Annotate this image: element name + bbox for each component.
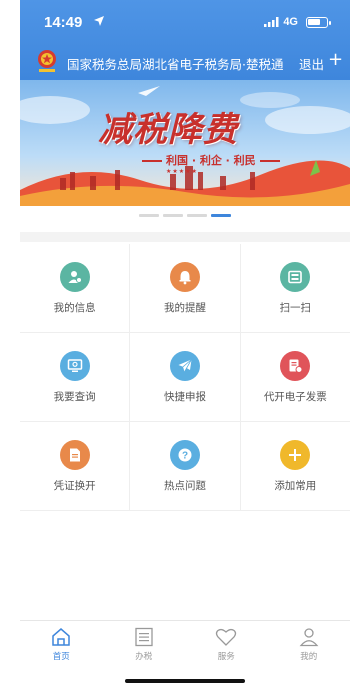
top-bar: 14:49 4G 国家税务总局湖北省电子税务局·楚税通 退出 + [20,0,350,80]
grid-item-my-info[interactable]: 我的信息 [20,244,131,332]
grid-item-label: 我的信息 [53,302,96,314]
grid-item-label: 快捷申报 [163,391,206,403]
tab-mine[interactable]: 我的 [268,621,350,668]
grid-item-hot-questions[interactable]: ? 热点问题 [130,422,241,510]
tab-label: 我的 [300,652,318,662]
grid-item-e-invoice[interactable]: 代开电子发票 [241,333,350,421]
grid-item-label: 代开电子发票 [263,391,327,403]
app-screen: 14:49 4G 国家税务总局湖北省电子税务局·楚税通 退出 + 减税降费 利国… [20,0,350,687]
bottom-tab-bar: 首页 办税 服务 我的 [20,620,350,668]
promo-banner[interactable]: 减税降费 利国 · 利企 · 利民 ★★★★★ [20,80,350,206]
home-icon [52,628,70,646]
grid-row: 我要查询 快捷申报 代开电子发票 [20,333,350,422]
tab-label: 办税 [135,652,153,662]
grid-item-label: 我的提醒 [163,302,206,314]
grid-item-label: 扫一扫 [279,302,312,314]
grid-row: 我的信息 我的提醒 扫一扫 [20,244,350,333]
grid-row: 凭证换开 ? 热点问题 添加常用 [20,422,350,511]
left-margin [0,0,20,687]
grid-item-query[interactable]: 我要查询 [20,333,131,421]
grid-item-my-reminders[interactable]: 我的提醒 [130,244,241,332]
tab-label: 服务 [217,652,235,662]
status-bar: 14:49 4G [20,0,350,40]
grid-item-quick-declare[interactable]: 快捷申报 [130,333,241,421]
grid-item-label: 我要查询 [53,391,96,403]
grid-item-add-favorite[interactable]: 添加常用 [241,422,350,510]
grid-item-label: 热点问题 [163,480,206,492]
banner-subtitle: 利国 · 利企 · 利民 [138,152,284,168]
paper-plane-icon [169,351,200,381]
carousel-indicator[interactable] [20,214,350,224]
signal-bars-icon [264,17,279,28]
svg-text:?: ? [182,451,188,462]
home-indicator[interactable] [125,679,245,683]
battery-icon [306,17,331,28]
carousel-dot[interactable] [187,214,207,217]
signal-indicator: 4G [264,16,298,28]
app-title: 国家税务总局湖北省电子税务局·楚税通 [67,57,284,72]
location-arrow-icon [94,16,104,26]
status-time: 14:49 [44,14,83,31]
banner-subtitle-text: 利国 · 利企 · 利民 [166,154,256,167]
document-icon [59,440,90,470]
tab-service[interactable]: 服务 [185,621,268,668]
grid-item-label: 凭证换开 [53,480,96,492]
carousel-dot[interactable] [139,214,159,217]
network-type: 4G [283,16,298,28]
list-icon [135,627,153,647]
user-info-icon [59,262,90,292]
tab-tax-handling[interactable]: 办税 [103,621,186,668]
person-icon [299,628,319,647]
tax-emblem-icon [38,50,56,72]
bell-icon [169,262,200,292]
carousel-dot[interactable] [163,214,183,217]
carousel-dot-active[interactable] [211,214,231,217]
banner-stars: ★★★★★ [166,168,198,175]
tab-label: 首页 [52,652,70,662]
add-button[interactable]: + [328,51,343,69]
app-header: 国家税务总局湖北省电子税务局·楚税通 退出 + [20,44,350,80]
heart-icon [216,628,237,646]
invoice-icon [280,351,311,381]
add-icon [280,440,311,470]
grid-item-label: 添加常用 [274,480,317,492]
function-grid: 我的信息 我的提醒 扫一扫 我要查询 快捷申报 代开电子发票 凭证换开 ? 热点… [20,244,350,511]
logout-button[interactable]: 退出 [299,54,324,73]
grid-item-voucher-exchange[interactable]: 凭证换开 [20,422,131,510]
banner-title: 减税降费 [98,110,238,150]
monitor-search-icon [59,351,90,381]
tab-home[interactable]: 首页 [20,621,103,668]
grid-item-scan[interactable]: 扫一扫 [241,244,350,332]
section-divider [20,232,350,242]
question-icon: ? [169,440,200,470]
scan-icon [280,262,311,292]
